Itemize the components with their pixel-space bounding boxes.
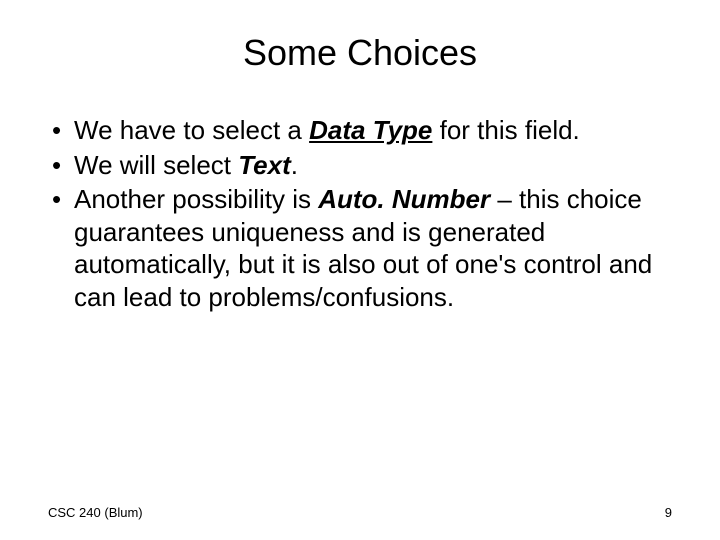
slide-title: Some Choices bbox=[48, 32, 672, 74]
bullet-1-datatype: Data Type bbox=[309, 115, 432, 145]
slide-footer: CSC 240 (Blum) 9 bbox=[48, 505, 672, 520]
bullet-2-post: . bbox=[291, 150, 298, 180]
bullet-1-post: for this field. bbox=[432, 115, 579, 145]
bullet-2-pre: We will select bbox=[74, 150, 238, 180]
bullet-list: We have to select a Data Type for this f… bbox=[48, 114, 672, 313]
footer-page-number: 9 bbox=[665, 505, 672, 520]
bullet-2-text: Text bbox=[238, 150, 291, 180]
bullet-3-pre: Another possibility is bbox=[74, 184, 318, 214]
bullet-3-autonumber: Auto. Number bbox=[318, 184, 490, 214]
footer-left: CSC 240 (Blum) bbox=[48, 505, 143, 520]
slide: Some Choices We have to select a Data Ty… bbox=[0, 0, 720, 540]
slide-content: We have to select a Data Type for this f… bbox=[48, 114, 672, 313]
bullet-1-pre: We have to select a bbox=[74, 115, 309, 145]
bullet-item-3: Another possibility is Auto. Number – th… bbox=[48, 183, 672, 313]
bullet-item-2: We will select Text. bbox=[48, 149, 672, 182]
bullet-item-1: We have to select a Data Type for this f… bbox=[48, 114, 672, 147]
